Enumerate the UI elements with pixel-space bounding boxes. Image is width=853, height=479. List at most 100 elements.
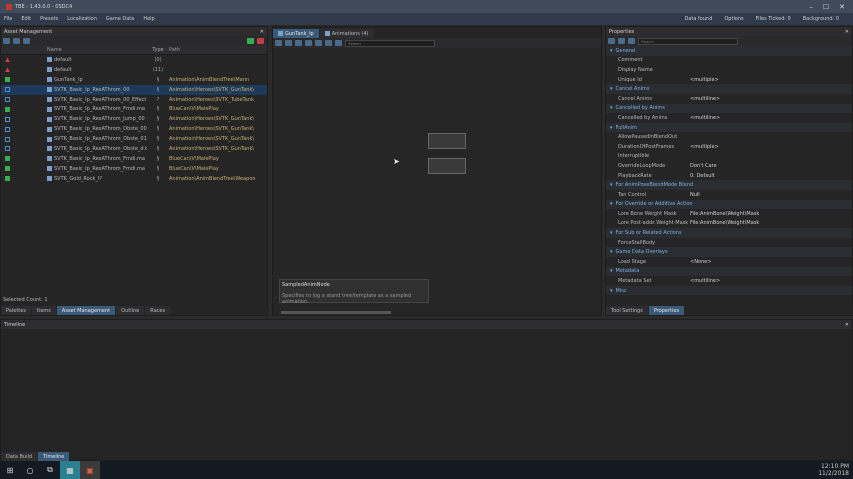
app-taskbar-icon[interactable]: ▦ bbox=[60, 461, 80, 479]
zoom-icon[interactable] bbox=[315, 40, 322, 46]
property-value[interactable]: Null bbox=[690, 192, 852, 198]
property-value[interactable]: <multiline> bbox=[690, 96, 852, 102]
menu-presets[interactable]: Presets bbox=[40, 16, 58, 22]
column-path[interactable]: Path bbox=[169, 47, 267, 53]
property-row[interactable]: Load Stage <None> bbox=[606, 257, 852, 267]
table-row[interactable]: SVTK_Basic_Ip_RexAThrom_Obste_01 § Anima… bbox=[1, 134, 267, 144]
menu-game-data[interactable]: Game Data bbox=[106, 16, 134, 22]
redo-icon[interactable] bbox=[285, 40, 292, 46]
panel-close-icon[interactable]: ✕ bbox=[845, 29, 849, 35]
property-row[interactable]: ForceStallBody bbox=[606, 238, 852, 248]
status-files-ticked[interactable]: Files Ticked: 0 bbox=[756, 16, 791, 22]
property-category[interactable]: ▾ Cancel Anims bbox=[606, 84, 852, 94]
property-value[interactable]: <multiline> bbox=[690, 115, 852, 121]
tab-outline[interactable]: Outline bbox=[116, 306, 145, 315]
panel-close-icon[interactable]: ✕ bbox=[260, 29, 264, 35]
property-category[interactable]: ▾ For Sub or Related Actions bbox=[606, 228, 852, 238]
undo-icon[interactable] bbox=[275, 40, 282, 46]
property-category[interactable]: ▾ Metadata bbox=[606, 266, 852, 277]
property-category[interactable]: ▾ For AnimPoseBlendMode Blend bbox=[606, 180, 852, 190]
table-row[interactable]: SVTK_Basic_Ip_RexAThrom_Obste_d.tr § Ani… bbox=[1, 144, 267, 154]
property-row[interactable]: DurationOfPostFrames <multiple> bbox=[606, 142, 852, 152]
clock[interactable]: 12:10 PM 11/2/2018 bbox=[818, 463, 853, 477]
category-icon[interactable] bbox=[618, 38, 625, 44]
align-icon[interactable] bbox=[295, 40, 302, 46]
tab-palettes[interactable]: Palettes bbox=[1, 306, 31, 315]
table-row[interactable]: SVTK_Basic_Ip_RexAThrom_Fmdi.ma § BlueCa… bbox=[1, 164, 267, 174]
tab-animations[interactable]: Animations (4) bbox=[319, 29, 374, 38]
property-row[interactable]: OverrideLoopMode Don't Care bbox=[606, 161, 852, 171]
filter-icon[interactable] bbox=[628, 38, 635, 44]
property-row[interactable]: Metadata Set <multiline> bbox=[606, 276, 852, 286]
tab-items[interactable]: Items bbox=[31, 306, 56, 315]
status-options[interactable]: Options bbox=[724, 16, 743, 22]
property-category[interactable]: ▾ Misc bbox=[606, 285, 852, 296]
properties-search-input[interactable] bbox=[638, 37, 738, 45]
property-value[interactable]: <None> bbox=[690, 259, 852, 265]
sort-icon[interactable] bbox=[608, 38, 615, 44]
property-value[interactable]: File:AnimBone\Weight\Mask bbox=[690, 220, 852, 226]
tab-guntank[interactable]: GunTank_Ip bbox=[273, 29, 319, 38]
graph-node[interactable] bbox=[428, 133, 466, 149]
property-category[interactable]: ▾ Game Data Overlays bbox=[606, 247, 852, 258]
property-value[interactable]: <multiple> bbox=[690, 77, 852, 83]
table-row[interactable]: GunTank_Ip § Animation\AnimBlendTree\Man… bbox=[1, 75, 267, 85]
property-row[interactable]: Lore Post-adds Weight Mask File:AnimBone\… bbox=[606, 219, 852, 229]
status-data-found[interactable]: Data found bbox=[685, 16, 713, 22]
tbe-taskbar-icon[interactable]: ▣ bbox=[80, 461, 100, 479]
menu-file[interactable]: File bbox=[4, 16, 12, 22]
property-row[interactable]: AllowPausedInBlendOut bbox=[606, 132, 852, 142]
frame-icon[interactable] bbox=[325, 40, 332, 46]
property-row[interactable]: Display Name bbox=[606, 65, 852, 75]
menu-help[interactable]: Help bbox=[143, 16, 154, 22]
property-value[interactable]: Don't Care bbox=[690, 163, 852, 169]
property-category[interactable]: ▾ For Override or Additive Action bbox=[606, 199, 852, 210]
property-row[interactable]: Cancelled by Anims <multiline> bbox=[606, 113, 852, 123]
refresh-icon[interactable] bbox=[3, 38, 10, 44]
editor-search-input[interactable] bbox=[345, 39, 435, 47]
sync-icon[interactable] bbox=[13, 38, 20, 44]
tab-timeline[interactable]: Timeline bbox=[38, 452, 70, 461]
table-row[interactable]: SVTK_Gold_Rock_I? § Animation\AnimBlendT… bbox=[1, 174, 267, 184]
property-value[interactable]: <multiline> bbox=[690, 278, 852, 284]
menu-localization[interactable]: Localization bbox=[67, 16, 97, 22]
tab-data-build[interactable]: Data Build bbox=[1, 452, 38, 461]
property-value[interactable]: <multiple> bbox=[690, 144, 852, 150]
folder-icon[interactable] bbox=[23, 38, 30, 44]
table-row[interactable]: SVTK_Basic_Ip_RexAThrom_Obste_00 § Anima… bbox=[1, 124, 267, 134]
tab-asset-management[interactable]: Asset Management bbox=[56, 306, 116, 315]
property-value[interactable]: File:AnimBone\Weight\Mask bbox=[690, 211, 852, 217]
property-category[interactable]: ▾ FullAnim bbox=[606, 122, 852, 133]
property-value[interactable]: 0: Default bbox=[690, 173, 852, 179]
property-row[interactable]: Interruptible bbox=[606, 152, 852, 162]
graph-node[interactable] bbox=[428, 158, 466, 174]
horizontal-scrollbar[interactable] bbox=[281, 311, 391, 314]
add-icon[interactable] bbox=[247, 38, 254, 44]
table-row[interactable]: default (0) bbox=[1, 55, 267, 65]
property-row[interactable]: Unique Id <multiple> bbox=[606, 75, 852, 85]
property-row[interactable]: Tan Control Null bbox=[606, 190, 852, 200]
property-category[interactable]: ▾ Cancelled by Anims bbox=[606, 103, 852, 114]
column-type[interactable]: Type bbox=[147, 47, 169, 53]
remove-icon[interactable] bbox=[257, 38, 264, 44]
property-category[interactable]: ▾ General bbox=[606, 46, 852, 56]
property-row[interactable]: PlaybackRate 0: Default bbox=[606, 171, 852, 181]
tab-properties[interactable]: Properties bbox=[648, 306, 685, 315]
close-button[interactable]: ✕ bbox=[839, 3, 845, 11]
table-row[interactable]: default (11) bbox=[1, 65, 267, 75]
table-row[interactable]: SVTK_Basic_Ip_RexAThrom_Fmdi.ma § BlueCa… bbox=[1, 154, 267, 164]
table-row[interactable]: SVTK_Basic_Ip_RexAThrom_Fmdi.ma § BlueCa… bbox=[1, 104, 267, 114]
task-view-icon[interactable]: ⧉ bbox=[40, 461, 60, 479]
table-row[interactable]: SVTK_Basic_Ip_RexAThrom_00_Effect ? Anim… bbox=[1, 95, 267, 105]
panel-close-icon[interactable]: ✕ bbox=[845, 322, 849, 328]
menu-edit[interactable]: Edit bbox=[21, 16, 31, 22]
column-name[interactable]: Name bbox=[47, 47, 147, 53]
tab-races[interactable]: Races bbox=[145, 306, 171, 315]
status-background[interactable]: Background: 0 bbox=[803, 16, 839, 22]
property-row[interactable]: Cancel Anims <multiline> bbox=[606, 94, 852, 104]
table-row[interactable]: SVTK_Basic_Ip_RexAThrom_00 § Animation\H… bbox=[1, 84, 267, 95]
search-icon[interactable]: ○ bbox=[20, 461, 40, 479]
layout-icon[interactable] bbox=[305, 40, 312, 46]
property-row[interactable]: Comment bbox=[606, 56, 852, 66]
maximize-button[interactable]: ☐ bbox=[823, 3, 829, 11]
